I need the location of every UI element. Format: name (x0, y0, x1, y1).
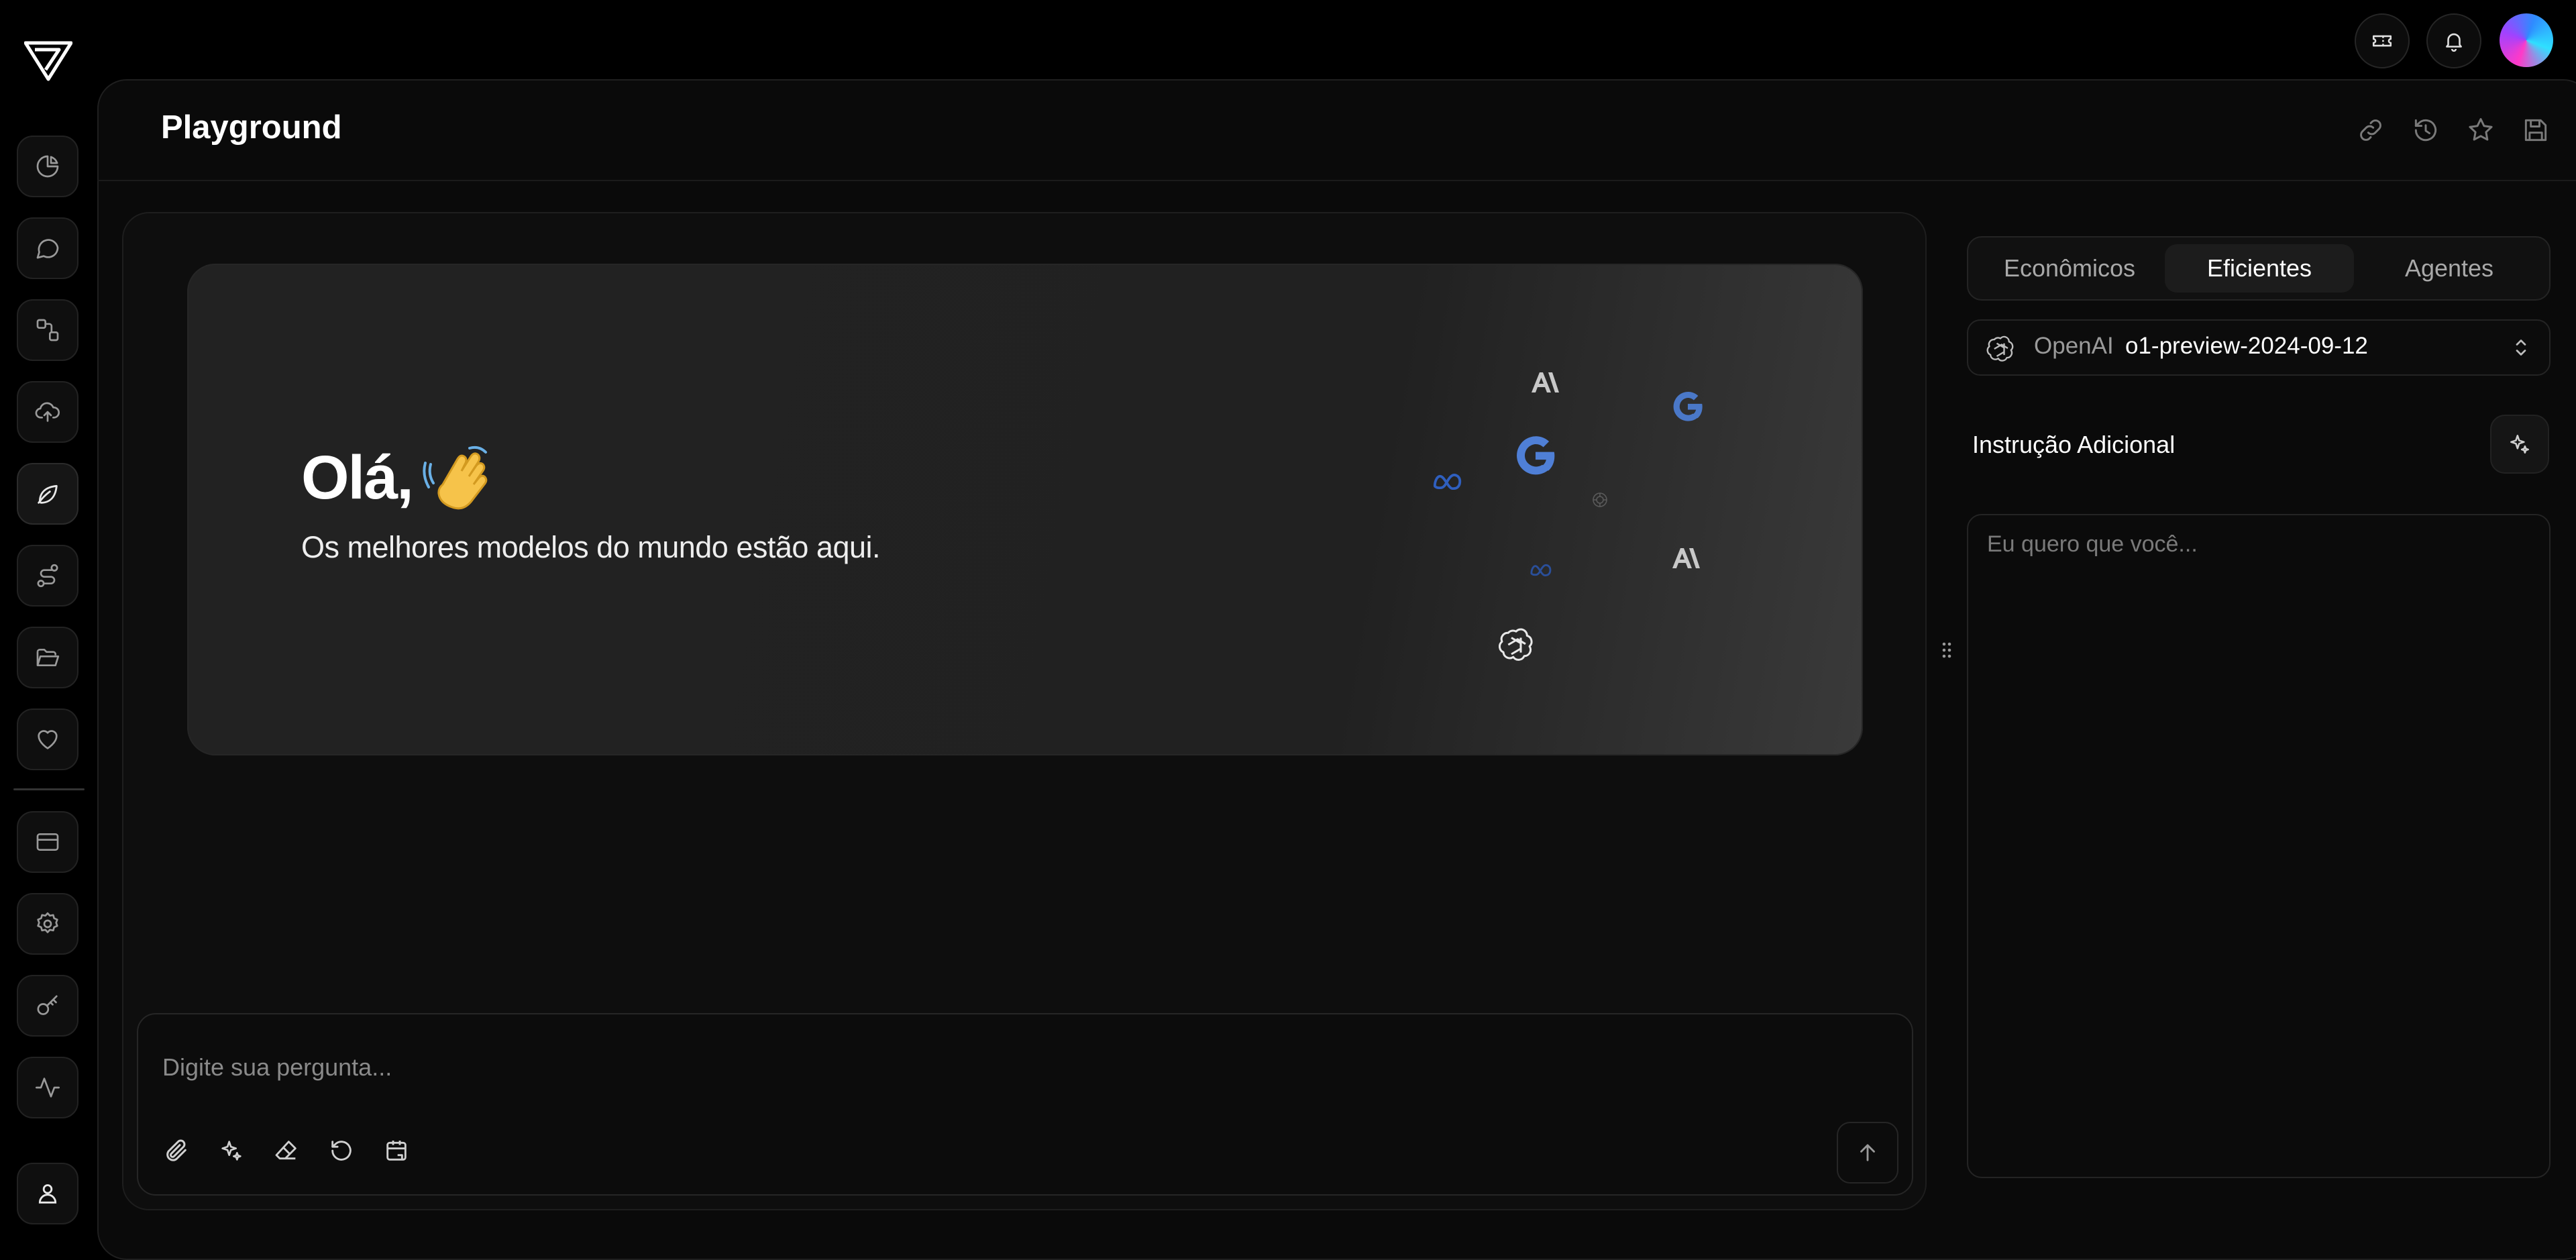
history-icon (2411, 115, 2440, 145)
sidebar-item-routes[interactable] (17, 545, 78, 607)
leaf-icon (34, 480, 61, 507)
welcome-greeting: Olá, (301, 443, 414, 512)
welcome-subtitle: Os melhores modelos do mundo estão aqui. (301, 530, 881, 564)
sparkles-icon (218, 1137, 248, 1164)
page-title: Playground (161, 109, 342, 146)
sidebar-item-settings[interactable] (17, 893, 78, 955)
heart-icon (34, 726, 61, 753)
enhance-prompt-button[interactable] (218, 1137, 248, 1167)
user-icon (34, 1180, 61, 1207)
sidebar-item-profile[interactable] (17, 1163, 78, 1224)
workflow-icon (34, 317, 61, 344)
meta-logo (1432, 473, 1464, 490)
prompt-input[interactable] (161, 1047, 1881, 1088)
generate-instruction-button[interactable] (2490, 415, 2549, 474)
history-button[interactable] (2411, 115, 2440, 145)
cloud-upload-icon (34, 399, 61, 425)
sidebar-item-workflows[interactable] (17, 299, 78, 361)
sidebar-item-dashboard[interactable] (17, 136, 78, 197)
google-logo-large (1513, 433, 1558, 478)
meta-logo-small (1529, 564, 1554, 576)
reset-button[interactable] (328, 1137, 358, 1167)
activity-icon (34, 1074, 61, 1101)
route-icon (34, 562, 61, 589)
model-name: o1-preview-2024-09-12 (2125, 333, 2368, 359)
sidebar-item-billing[interactable] (17, 811, 78, 873)
avatar[interactable] (2500, 13, 2553, 67)
share-link-button[interactable] (2356, 115, 2385, 145)
star-icon (2466, 115, 2496, 145)
save-icon (2521, 115, 2551, 145)
openai-logo (1986, 334, 2015, 364)
sidebar-divider (13, 788, 85, 790)
model-provider: OpenAI (2034, 333, 2114, 359)
chevron-up-down-icon (2509, 335, 2533, 360)
sidebar-item-playground[interactable] (17, 463, 78, 525)
openai-logo-small (1590, 490, 1610, 510)
model-category-tabs: Econômicos Eficientes Agentes (1967, 236, 2551, 301)
key-gear-icon (34, 992, 61, 1019)
sidebar-item-api-keys[interactable] (17, 975, 78, 1037)
instruction-label: Instrução Adicional (1972, 431, 2176, 458)
sidebar-item-files[interactable] (17, 627, 78, 688)
composer (137, 1013, 1913, 1196)
clear-button[interactable] (273, 1137, 303, 1167)
paperclip-icon (163, 1137, 193, 1164)
app-logo-icon[interactable] (24, 40, 72, 82)
tickets-button[interactable] (2355, 13, 2410, 68)
credit-card-icon (34, 829, 61, 855)
header-divider (97, 180, 2576, 181)
link-icon (2356, 115, 2385, 145)
instruction-textarea[interactable] (1967, 514, 2551, 1178)
ticket-icon (2371, 30, 2394, 52)
tab-agentes[interactable]: Agentes (2355, 244, 2544, 293)
rotate-icon (328, 1137, 358, 1164)
schedule-button[interactable] (383, 1137, 413, 1167)
google-logo (1670, 389, 1705, 424)
calendar-icon (383, 1137, 413, 1164)
panel-resize-handle[interactable] (1939, 639, 1954, 662)
sidebar (0, 0, 97, 1238)
sidebar-item-upload[interactable] (17, 381, 78, 443)
sidebar-item-favorites[interactable] (17, 708, 78, 770)
openai-logo (1497, 626, 1535, 664)
folder-open-icon (34, 644, 61, 671)
anthropic-logo-right (1670, 547, 1700, 570)
save-button[interactable] (2521, 115, 2551, 145)
settings-gear-icon (34, 910, 61, 937)
chat-bubble-icon (34, 235, 61, 262)
send-button[interactable] (1837, 1122, 1898, 1184)
tab-economicos[interactable]: Econômicos (1975, 244, 2164, 293)
attach-button[interactable] (163, 1137, 193, 1167)
sidebar-item-activity[interactable] (17, 1057, 78, 1118)
pie-chart-icon (34, 153, 61, 180)
sidebar-item-chat[interactable] (17, 217, 78, 279)
favorite-button[interactable] (2466, 115, 2496, 145)
waving-hand-icon (423, 444, 496, 511)
sparkles-icon (2507, 431, 2532, 457)
eraser-icon (273, 1137, 303, 1164)
anthropic-logo (1529, 371, 1559, 394)
arrow-up-icon (1855, 1140, 1880, 1165)
bell-icon (2443, 30, 2465, 52)
tab-eficientes[interactable]: Eficientes (2165, 244, 2354, 293)
notifications-button[interactable] (2426, 13, 2481, 68)
